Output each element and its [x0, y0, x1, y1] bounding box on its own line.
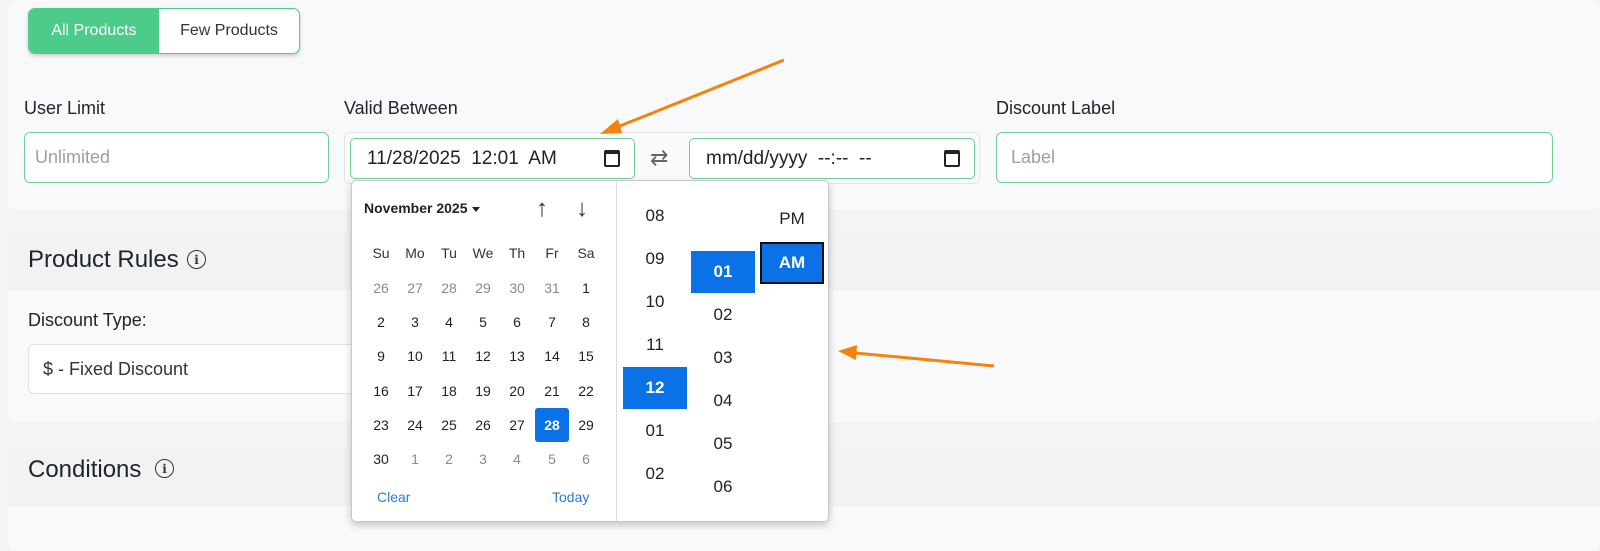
hour-option[interactable]: 01: [623, 410, 687, 452]
calendar-day[interactable]: 29: [466, 271, 500, 305]
minute-option-selected[interactable]: 01: [691, 251, 755, 293]
conditions-title: Conditions: [28, 456, 142, 483]
weekday-header: Tu: [441, 245, 457, 261]
weekday-header: Sa: [577, 245, 595, 261]
calendar-day[interactable]: 26: [466, 408, 500, 442]
discount-label-placeholder: Label: [1011, 147, 1056, 167]
calendar-day[interactable]: 22: [569, 374, 603, 408]
arrow-up-icon[interactable]: ↑: [536, 195, 548, 223]
calendar-day[interactable]: 1: [398, 442, 432, 476]
info-icon[interactable]: i: [187, 250, 206, 269]
hour-option[interactable]: 09: [623, 238, 687, 280]
calendar-day[interactable]: 20: [500, 374, 534, 408]
calendar-day[interactable]: 19: [466, 374, 500, 408]
today-button[interactable]: Today: [552, 489, 589, 505]
calendar-day[interactable]: 15: [569, 339, 603, 373]
hour-option[interactable]: 11: [623, 324, 687, 366]
datetime-picker: November 2025 ↑ ↓ Su Mo Tu We Th Fr Sa 26 27 28 2…: [351, 180, 829, 522]
ampm-option-selected[interactable]: AM: [760, 242, 824, 284]
picker-divider: [616, 181, 617, 521]
user-limit-label: User Limit: [24, 98, 106, 118]
minute-option[interactable]: 06: [691, 466, 755, 508]
discount-label-input[interactable]: Label: [996, 132, 1553, 183]
calendar-day[interactable]: 21: [535, 374, 569, 408]
calendar-day[interactable]: 6: [500, 305, 534, 339]
calendar-day[interactable]: 31: [535, 271, 569, 305]
user-limit-placeholder: Unlimited: [35, 147, 111, 167]
swap-arrows-icon: ⇄: [650, 145, 669, 170]
calendar-day[interactable]: 25: [432, 408, 466, 442]
calendar-day[interactable]: 14: [535, 339, 569, 373]
weekday-header: We: [472, 245, 494, 261]
month-year-selector[interactable]: November 2025: [364, 200, 480, 216]
weekday-header: Th: [508, 245, 526, 261]
calendar-day[interactable]: 7: [535, 305, 569, 339]
hour-option[interactable]: 10: [623, 281, 687, 323]
calendar-day[interactable]: 1: [569, 271, 603, 305]
clear-button[interactable]: Clear: [377, 489, 410, 505]
calendar-day[interactable]: 2: [432, 442, 466, 476]
calendar-day[interactable]: 12: [466, 339, 500, 373]
calendar-day[interactable]: 3: [466, 442, 500, 476]
discount-label-label: Discount Label: [996, 98, 1116, 118]
calendar-icon[interactable]: [944, 150, 960, 167]
calendar-day[interactable]: 11: [432, 339, 466, 373]
start-datetime-input[interactable]: 11/28/2025 12:01 AM: [350, 138, 635, 179]
calendar-day[interactable]: 23: [364, 408, 398, 442]
arrow-down-icon[interactable]: ↓: [576, 195, 588, 223]
calendar-day[interactable]: 27: [398, 271, 432, 305]
hour-option[interactable]: 08: [623, 195, 687, 237]
hour-option[interactable]: 02: [623, 453, 687, 495]
end-datetime-placeholder: mm/dd/yyyy --:-- --: [706, 147, 872, 169]
minute-option[interactable]: 04: [691, 380, 755, 422]
calendar-day-selected[interactable]: 28: [535, 407, 569, 442]
calendar-day[interactable]: 30: [364, 442, 398, 476]
calendar-day[interactable]: 28: [432, 271, 466, 305]
discount-type-select[interactable]: $ - Fixed Discount: [28, 344, 368, 394]
user-limit-input[interactable]: Unlimited: [24, 132, 329, 183]
calendar-day[interactable]: 30: [500, 271, 534, 305]
ampm-option[interactable]: PM: [760, 198, 824, 240]
calendar-day[interactable]: 27: [500, 408, 534, 442]
calendar-day[interactable]: 29: [569, 408, 603, 442]
calendar-day[interactable]: 6: [569, 442, 603, 476]
calendar-day[interactable]: 16: [364, 374, 398, 408]
weekday-header: Fr: [545, 245, 559, 261]
calendar-day[interactable]: 24: [398, 408, 432, 442]
calendar-day[interactable]: 4: [500, 442, 534, 476]
calendar-day[interactable]: 26: [364, 271, 398, 305]
calendar-icon[interactable]: [604, 150, 620, 167]
discount-type-label: Discount Type:: [28, 310, 147, 330]
calendar-day[interactable]: 8: [569, 305, 603, 339]
start-datetime-value: 11/28/2025 12:01 AM: [367, 147, 557, 169]
calendar-day[interactable]: 5: [535, 442, 569, 476]
calendar-day[interactable]: 10: [398, 339, 432, 373]
weekday-header: Su: [372, 245, 390, 261]
calendar-day[interactable]: 3: [398, 305, 432, 339]
weekday-header: Mo: [405, 245, 425, 261]
few-products-button[interactable]: Few Products: [159, 9, 299, 53]
discount-type-value: $ - Fixed Discount: [43, 358, 189, 379]
product-scope-toggle: All Products Few Products: [28, 8, 300, 54]
calendar-day[interactable]: 5: [466, 305, 500, 339]
caret-down-icon: [471, 206, 480, 212]
calendar-day[interactable]: 2: [364, 305, 398, 339]
calendar-day[interactable]: 18: [432, 374, 466, 408]
minute-option[interactable]: 05: [691, 423, 755, 465]
calendar-day[interactable]: 13: [500, 339, 534, 373]
all-products-button[interactable]: All Products: [29, 9, 159, 53]
calendar-day[interactable]: 9: [364, 339, 398, 373]
minute-option[interactable]: 03: [691, 337, 755, 379]
end-datetime-input[interactable]: mm/dd/yyyy --:-- --: [689, 138, 975, 179]
minute-option[interactable]: 02: [691, 294, 755, 336]
calendar-day[interactable]: 17: [398, 374, 432, 408]
product-rules-title: Product Rules: [28, 246, 179, 273]
hour-option-selected[interactable]: 12: [623, 367, 687, 409]
valid-between-label: Valid Between: [344, 98, 458, 118]
calendar-day[interactable]: 4: [432, 305, 466, 339]
info-icon[interactable]: i: [155, 459, 174, 478]
month-year-label: November 2025: [364, 200, 468, 216]
